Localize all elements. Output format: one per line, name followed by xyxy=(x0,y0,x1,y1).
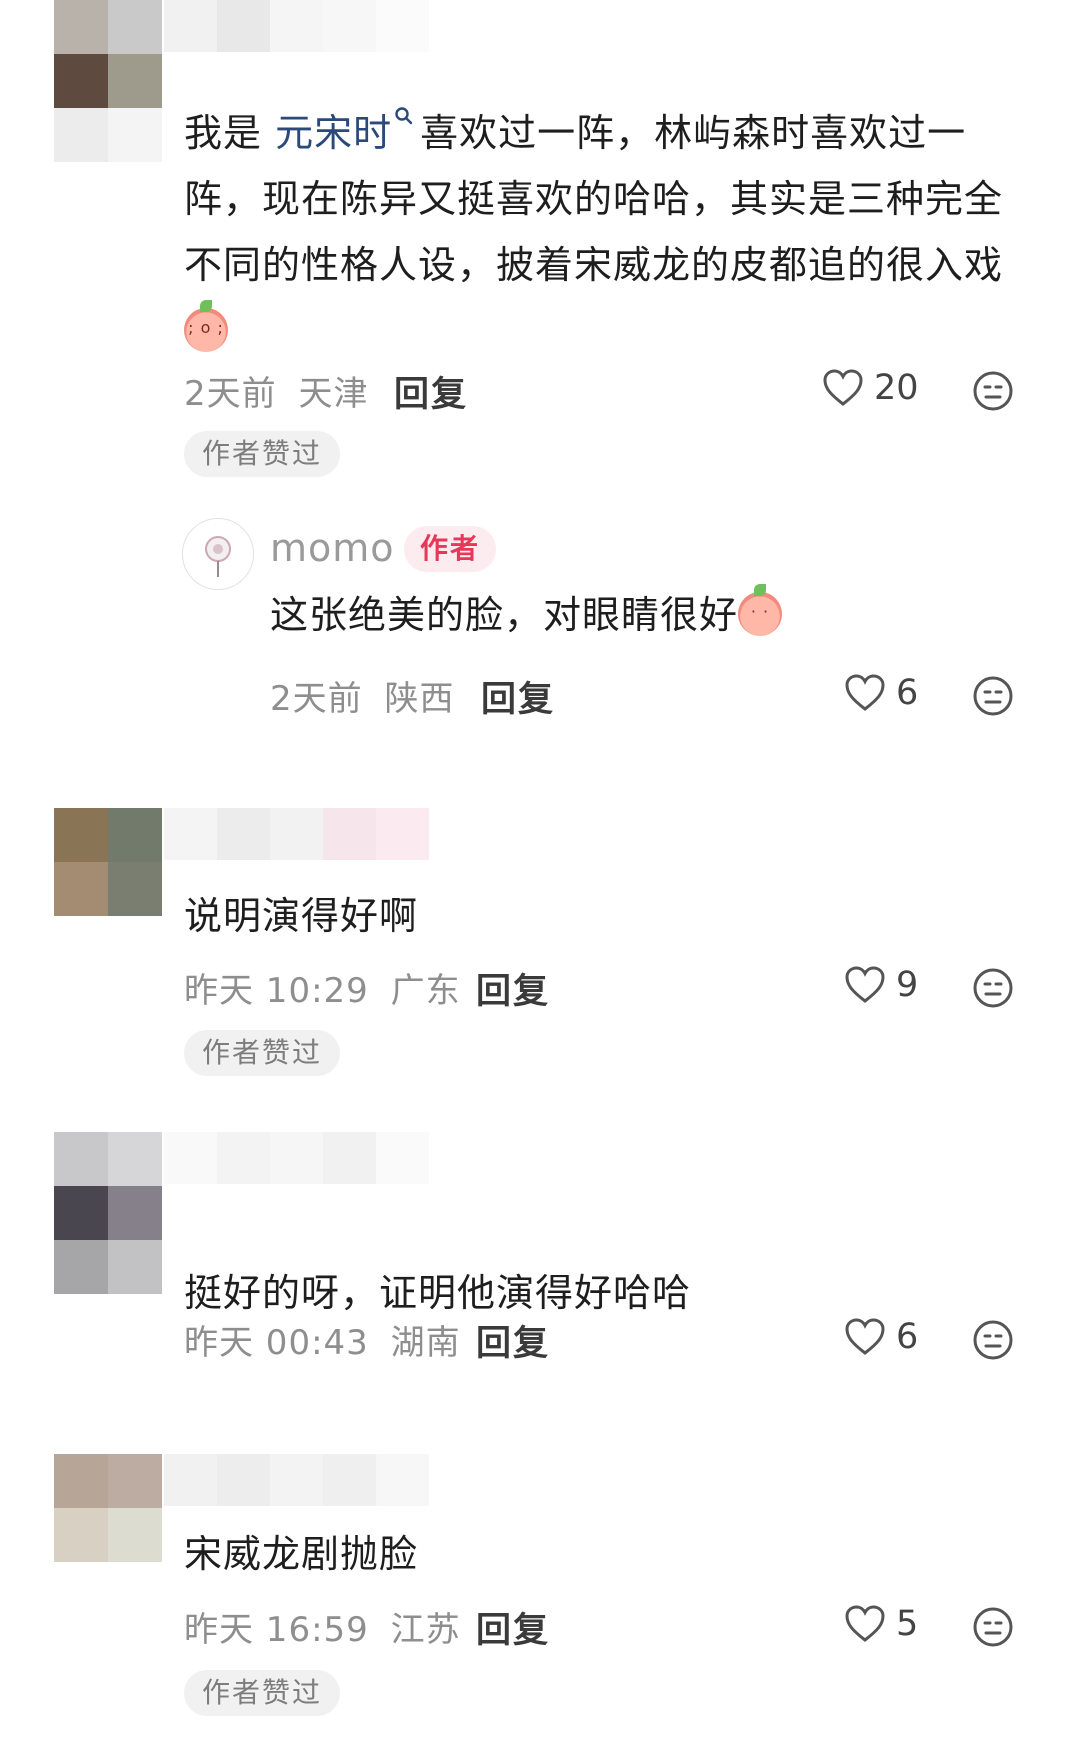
like-count: 5 xyxy=(896,1604,919,1644)
heart-outline-icon xyxy=(844,673,886,713)
comment-time: 昨天 00:43 xyxy=(184,1323,369,1363)
avatar-censored[interactable] xyxy=(54,0,162,162)
lollipop-avatar-icon xyxy=(205,536,231,577)
reply-text: 这张绝美的脸，对眼睛很好 · · xyxy=(270,582,783,648)
dislike-button[interactable] xyxy=(972,1319,1014,1365)
neutral-face-icon xyxy=(972,968,1014,1013)
author-liked-badge: 作者赞过 xyxy=(184,431,341,477)
avatar-censored[interactable] xyxy=(54,808,162,916)
username-censored[interactable] xyxy=(164,1132,429,1184)
like-count: 9 xyxy=(896,965,919,1005)
reply-button[interactable]: 回复 xyxy=(476,1602,550,1653)
avatar-censored[interactable] xyxy=(54,1132,162,1294)
author-tag: 作者 xyxy=(404,526,497,572)
comment-time: 2天前 xyxy=(184,374,277,414)
heart-outline-icon xyxy=(844,965,886,1005)
reply-button[interactable]: 回复 xyxy=(476,963,550,1014)
avatar-censored[interactable] xyxy=(54,1454,162,1562)
like-button[interactable]: 20 xyxy=(822,368,919,408)
heart-outline-icon xyxy=(844,1317,886,1357)
like-button[interactable]: 9 xyxy=(844,965,918,1005)
comment-4: 宋威龙剧抛脸 昨天 16:59 江苏 回复 5 作者赞过 xyxy=(0,1454,1080,1744)
topic-link[interactable]: 元宋时 xyxy=(275,111,392,155)
comment-1: 我是 元宋时 喜欢过一阵，林屿森时喜欢过一阵，现在陈异又挺喜欢的哈哈，其实是三种… xyxy=(0,0,1080,740)
search-icon[interactable] xyxy=(394,82,414,148)
comment-location: 天津 xyxy=(298,374,369,414)
like-button[interactable]: 5 xyxy=(844,1604,918,1644)
dislike-button[interactable] xyxy=(972,675,1014,721)
comment-time: 昨天 10:29 xyxy=(184,971,369,1011)
author-liked-badge: 作者赞过 xyxy=(184,1030,341,1076)
heart-outline-icon xyxy=(844,1604,886,1644)
like-count: 6 xyxy=(896,1317,919,1357)
crying-peach-emoji-icon: ; o ; xyxy=(184,300,228,352)
comment-meta: 昨天 10:29 广东 xyxy=(184,963,461,1012)
comment-text: 说明演得好啊 xyxy=(184,894,419,938)
shy-peach-emoji-icon: · · xyxy=(738,584,783,636)
comment-text: 宋威龙剧抛脸 xyxy=(184,1532,419,1576)
comment-location: 湖南 xyxy=(390,1323,461,1363)
neutral-face-icon xyxy=(972,676,1014,721)
neutral-face-icon xyxy=(972,1607,1014,1652)
reply-username[interactable]: momo xyxy=(270,526,395,570)
reply-meta: 2天前 陕西 xyxy=(270,671,454,720)
like-count: 20 xyxy=(874,368,919,408)
comment-location: 江苏 xyxy=(390,1610,461,1650)
avatar[interactable] xyxy=(182,518,254,590)
reply-location: 陕西 xyxy=(384,679,455,719)
heart-outline-icon xyxy=(822,368,864,408)
username-censored[interactable] xyxy=(164,1454,429,1506)
dislike-button[interactable] xyxy=(972,370,1014,416)
comment-text: 我是 元宋时 喜欢过一阵，林屿森时喜欢过一阵，现在陈异又挺喜欢的哈哈，其实是三种… xyxy=(184,82,1034,364)
neutral-face-icon xyxy=(972,1320,1014,1365)
comment-meta: 2天前 天津 xyxy=(184,366,368,415)
reply-button[interactable]: 回复 xyxy=(481,671,555,722)
reply-button[interactable]: 回复 xyxy=(476,1315,550,1366)
comment-location: 广东 xyxy=(390,971,461,1011)
like-count: 6 xyxy=(896,673,919,713)
reply-time: 2天前 xyxy=(270,679,363,719)
comment-time: 昨天 16:59 xyxy=(184,1610,369,1650)
reply-button[interactable]: 回复 xyxy=(394,366,468,417)
neutral-face-icon xyxy=(972,371,1014,416)
username-censored[interactable] xyxy=(164,0,429,52)
dislike-button[interactable] xyxy=(972,967,1014,1013)
dislike-button[interactable] xyxy=(972,1606,1014,1652)
username-censored[interactable] xyxy=(164,808,429,860)
like-button[interactable]: 6 xyxy=(844,673,918,713)
like-button[interactable]: 6 xyxy=(844,1317,918,1357)
author-liked-badge: 作者赞过 xyxy=(184,1670,341,1716)
comment-2: 说明演得好啊 昨天 10:29 广东 回复 9 作者赞过 xyxy=(0,808,1080,1098)
comment-meta: 昨天 00:43 湖南 xyxy=(184,1315,461,1364)
comment-meta: 昨天 16:59 江苏 xyxy=(184,1602,461,1651)
